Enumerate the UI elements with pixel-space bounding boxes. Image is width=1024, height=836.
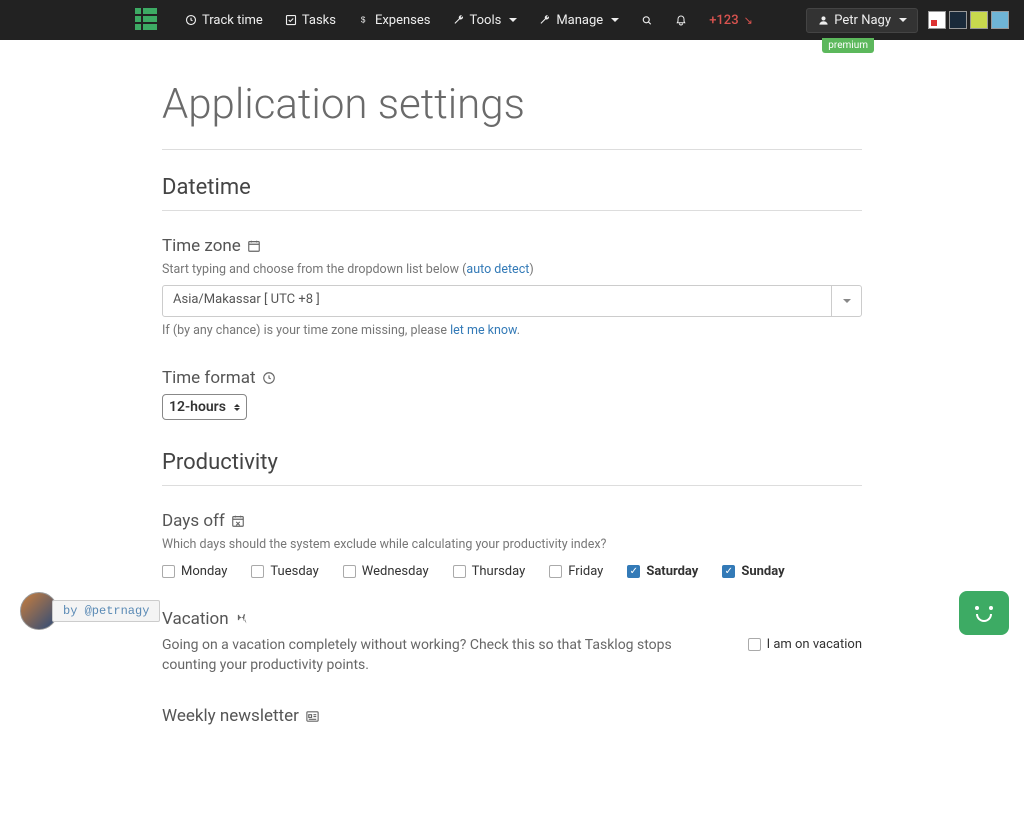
day-label: Monday — [181, 564, 227, 579]
top-navbar: Track time Tasks $ Expenses Tools Manage… — [0, 0, 1024, 40]
timezone-label: Time zone — [162, 236, 862, 256]
svg-text:$: $ — [361, 16, 366, 25]
timezone-missing-helper: If (by any chance) is your time zone mis… — [162, 323, 862, 338]
newspaper-icon — [305, 709, 319, 723]
theme-swatch[interactable] — [991, 11, 1009, 29]
nav-tools[interactable]: Tools — [453, 13, 518, 28]
clock-icon — [262, 371, 276, 385]
theme-swatch[interactable] — [949, 11, 967, 29]
day-checkbox[interactable] — [722, 565, 735, 578]
day-checkbox[interactable] — [627, 565, 640, 578]
section-heading-datetime: Datetime — [162, 175, 862, 211]
nav-search[interactable] — [641, 14, 653, 26]
days-off-label: Days off — [162, 511, 862, 531]
nav-expenses[interactable]: $ Expenses — [358, 13, 431, 28]
day-label: Sunday — [741, 564, 784, 579]
day-checkbox[interactable] — [453, 565, 466, 578]
nav-track-time[interactable]: Track time — [185, 13, 263, 28]
day-label: Friday — [568, 564, 603, 579]
section-heading-productivity: Productivity — [162, 450, 862, 486]
caret-down-icon — [843, 299, 851, 303]
divider — [162, 149, 862, 150]
theme-swatch[interactable] — [928, 11, 946, 29]
day-item: Sunday — [722, 564, 784, 579]
check-square-icon — [285, 14, 297, 26]
calendar-x-icon — [231, 514, 245, 528]
plane-icon — [235, 612, 249, 626]
vacation-checkbox[interactable] — [748, 638, 761, 651]
app-logo[interactable] — [135, 8, 157, 30]
calendar-icon — [247, 239, 261, 253]
nav-manage[interactable]: Manage — [539, 13, 619, 28]
caret-down-icon — [611, 18, 619, 22]
day-item: Wednesday — [343, 564, 429, 579]
author-handle: by @petrnagy — [52, 600, 160, 622]
timeformat-label: Time format — [162, 368, 862, 388]
newsletter-label: Weekly newsletter — [162, 706, 862, 726]
trend-down-icon: ↘ — [744, 14, 753, 27]
day-item: Thursday — [453, 564, 526, 579]
chat-widget-button[interactable] — [959, 591, 1009, 635]
timezone-select[interactable]: Asia/Makassar [ UTC +8 ] — [162, 285, 862, 317]
day-checkbox[interactable] — [549, 565, 562, 578]
author-widget[interactable]: by @petrnagy — [20, 592, 160, 630]
timeformat-select[interactable]: 12-hours — [162, 394, 247, 420]
wrench-icon — [453, 14, 465, 26]
timezone-helper: Start typing and choose from the dropdow… — [162, 262, 862, 277]
auto-detect-link[interactable]: auto detect — [466, 262, 529, 277]
user-menu-button[interactable]: Petr Nagy — [806, 8, 918, 33]
smiley-icon — [971, 604, 997, 622]
search-icon — [641, 14, 653, 26]
day-label: Tuesday — [270, 564, 318, 579]
nav-notifications[interactable] — [675, 14, 687, 26]
day-label: Thursday — [472, 564, 526, 579]
day-item: Friday — [549, 564, 603, 579]
day-label: Wednesday — [362, 564, 429, 579]
theme-palette — [928, 11, 1009, 29]
page-title: Application settings — [162, 80, 862, 129]
dollar-icon: $ — [358, 14, 370, 26]
caret-down-icon — [899, 18, 907, 22]
let-me-know-link[interactable]: let me know — [450, 323, 517, 338]
day-label: Saturday — [646, 564, 698, 579]
caret-down-icon — [509, 18, 517, 22]
select-arrows-icon — [234, 404, 240, 411]
vacation-description: Going on a vacation completely without w… — [162, 635, 718, 676]
wrench-icon — [539, 14, 551, 26]
vacation-label: Vacation — [162, 609, 862, 629]
nav-counter[interactable]: +123 ↘ — [709, 13, 753, 28]
timezone-dropdown-toggle[interactable] — [831, 286, 861, 316]
user-icon — [817, 14, 829, 26]
day-checkbox[interactable] — [343, 565, 356, 578]
day-checkbox[interactable] — [251, 565, 264, 578]
theme-swatch[interactable] — [970, 11, 988, 29]
day-item: Tuesday — [251, 564, 318, 579]
timezone-value: Asia/Makassar [ UTC +8 ] — [163, 286, 831, 316]
day-checkbox[interactable] — [162, 565, 175, 578]
day-item: Monday — [162, 564, 227, 579]
bell-icon — [675, 14, 687, 26]
days-off-helper: Which days should the system exclude whi… — [162, 537, 862, 552]
clock-icon — [185, 14, 197, 26]
day-item: Saturday — [627, 564, 698, 579]
nav-tasks[interactable]: Tasks — [285, 13, 336, 28]
premium-badge: premium — [822, 38, 874, 53]
